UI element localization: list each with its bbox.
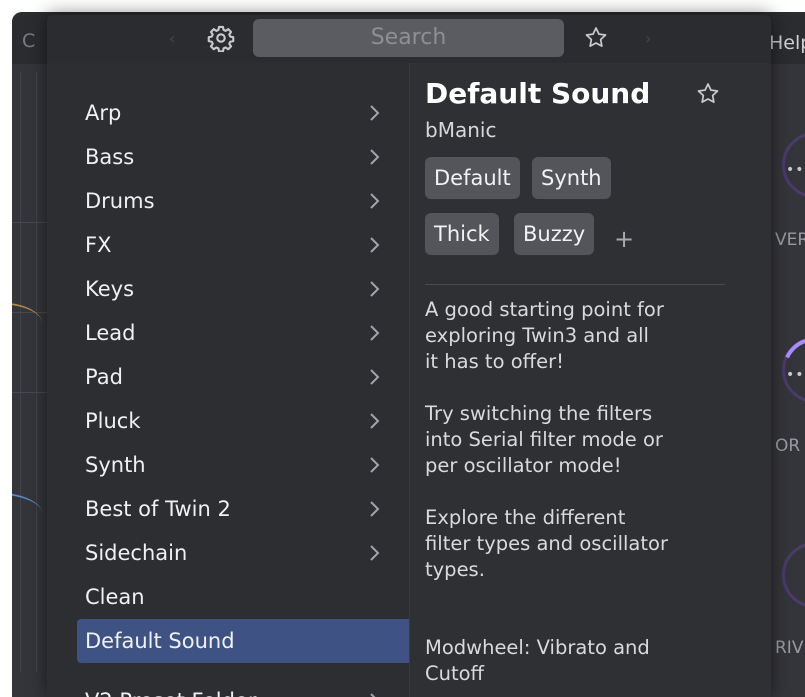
category-item-pluck[interactable]: Pluck — [77, 399, 409, 443]
description-line: into Serial filter mode or — [425, 428, 663, 451]
chevron-right-icon — [370, 325, 380, 341]
category-label: Keys — [85, 277, 135, 301]
chevron-right-icon — [370, 457, 380, 473]
description-line: filter types and oscillator — [425, 532, 668, 555]
category-item-keys[interactable]: Keys — [77, 267, 409, 311]
category-item-drums[interactable]: Drums — [77, 179, 409, 223]
chevron-right-icon — [370, 693, 376, 697]
grid-line — [36, 72, 37, 672]
category-label: FX — [85, 233, 112, 257]
knob-dots: ••• — [786, 162, 805, 178]
chevron-right-icon — [370, 369, 380, 385]
description-line: A good starting point for — [425, 298, 664, 321]
description-line: Explore the different — [425, 506, 626, 529]
description-line: Try switching the filters — [425, 402, 653, 425]
category-item-lead[interactable]: Lead — [77, 311, 409, 355]
category-label: Arp — [85, 101, 122, 125]
category-item-bass[interactable]: Bass — [77, 135, 409, 179]
knob[interactable] — [782, 542, 805, 608]
knob-label: OR — [775, 436, 801, 456]
gear-icon[interactable] — [207, 24, 235, 52]
tag-thick[interactable]: Thick — [425, 213, 499, 255]
help-menu[interactable]: Help — [769, 32, 805, 54]
category-item-arp[interactable]: Arp — [77, 91, 409, 135]
category-label: Best of Twin 2 — [85, 497, 231, 521]
description-line: it has to offer! — [425, 350, 564, 373]
chevron-right-icon — [370, 545, 380, 561]
category-list: Arp Bass Drums FX Keys Lead Pad Pluck Sy… — [47, 63, 409, 697]
description-line: exploring Twin3 and all — [425, 324, 649, 347]
category-item-fx[interactable]: FX — [77, 223, 409, 267]
filter-curve — [12, 492, 42, 534]
category-item-pad[interactable]: Pad — [77, 355, 409, 399]
search-input[interactable] — [253, 19, 564, 57]
knob-label: VER — [775, 230, 805, 250]
preset-browser-popup: ‹ › Arp Bass Drums FX — [47, 15, 771, 697]
chevron-right-icon — [370, 193, 380, 209]
category-label: Sidechain — [85, 541, 188, 565]
chevron-right-icon — [370, 501, 380, 517]
envelope-curve — [12, 302, 42, 344]
preset-label: Default Sound — [85, 629, 235, 653]
chevron-right-icon — [370, 413, 380, 429]
knob-dots: ••• — [786, 367, 805, 383]
grid-line — [20, 72, 21, 672]
preset-title: Default Sound — [425, 77, 651, 110]
add-tag-button[interactable]: + — [614, 225, 634, 253]
chevron-right-icon — [370, 237, 380, 253]
grid-line — [12, 222, 48, 223]
preset-item-default-sound[interactable]: Default Sound — [77, 619, 409, 663]
favorites-star-icon[interactable] — [583, 25, 609, 51]
preset-item-clean[interactable]: Clean — [77, 575, 409, 619]
knob-label: RIV — [775, 638, 804, 658]
description-line: Cutoff — [425, 662, 484, 685]
category-label: Synth — [85, 453, 146, 477]
preset-author: bManic — [425, 118, 497, 142]
category-label: Bass — [85, 145, 135, 169]
chevron-right-icon — [370, 105, 380, 121]
detail-separator — [425, 284, 725, 285]
chevron-right-icon: › — [645, 29, 652, 48]
chevron-right-icon — [370, 281, 380, 297]
category-label: Pad — [85, 365, 123, 389]
chevron-right-icon — [370, 149, 380, 165]
category-item-v2-preset-folder[interactable]: V2 Preset Folder — [77, 679, 409, 697]
category-label: V2 Preset Folder — [85, 679, 256, 697]
grid-line — [12, 392, 48, 393]
chevron-left-icon: ‹ — [169, 29, 176, 48]
browser-toolbar: ‹ › — [47, 15, 771, 63]
tag-buzzy[interactable]: Buzzy — [514, 213, 595, 255]
category-label: Pluck — [85, 409, 141, 433]
description-line: Modwheel: Vibrato and — [425, 636, 650, 659]
category-item-synth[interactable]: Synth — [77, 443, 409, 487]
category-label: Lead — [85, 321, 136, 345]
tag-synth[interactable]: Synth — [532, 157, 611, 199]
background-left-label: C — [22, 30, 36, 52]
preset-detail-panel: Default Sound bManic Default Synth Thick… — [410, 63, 771, 697]
category-label: Drums — [85, 189, 155, 213]
tag-default[interactable]: Default — [425, 157, 520, 199]
description-line: per oscillator mode! — [425, 454, 622, 477]
category-item-sidechain[interactable]: Sidechain — [77, 531, 409, 575]
preset-label: Clean — [85, 585, 145, 609]
category-item-best-of-twin-2[interactable]: Best of Twin 2 — [77, 487, 409, 531]
favorite-star-icon[interactable] — [695, 81, 721, 107]
description-line: types. — [425, 558, 485, 581]
